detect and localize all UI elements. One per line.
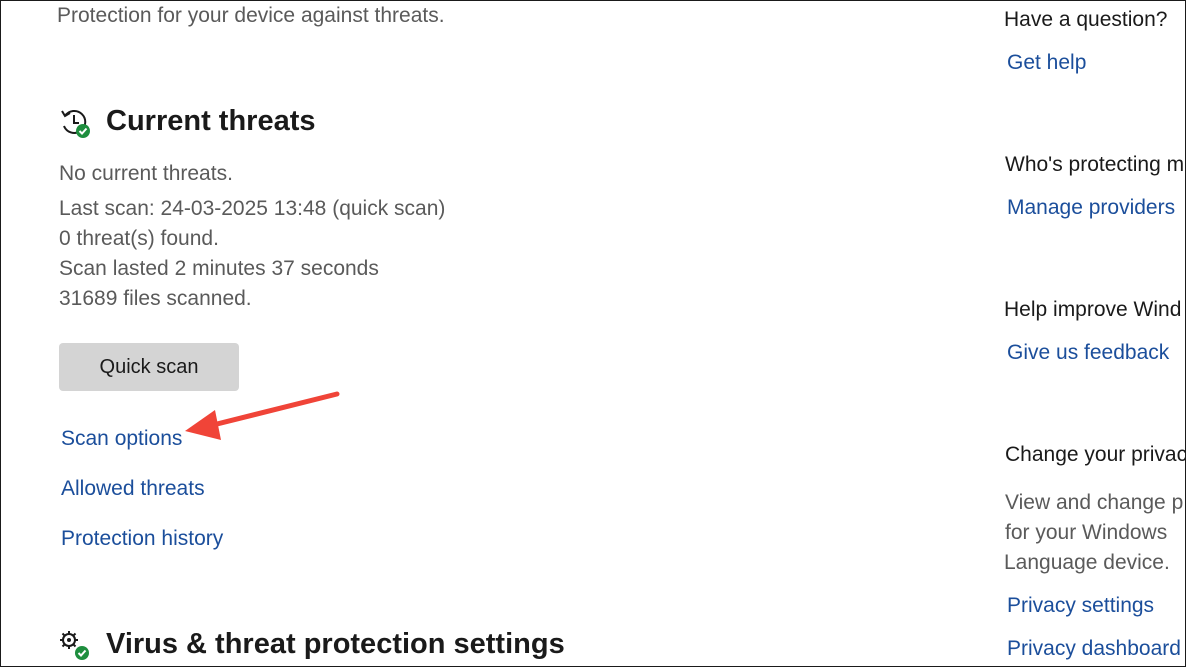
give-feedback-link[interactable]: Give us feedback xyxy=(1007,341,1169,365)
scan-options-link[interactable]: Scan options xyxy=(61,427,182,451)
improve-heading: Help improve Wind xyxy=(1004,298,1182,321)
privacy-desc-line-2: for your Windows xyxy=(1005,521,1168,544)
files-scanned-text: 31689 files scanned. xyxy=(59,287,252,310)
threat-status: No current threats. xyxy=(59,162,233,185)
privacy-settings-link[interactable]: Privacy settings xyxy=(1007,594,1154,618)
annotation-arrow xyxy=(185,391,340,440)
protection-history-link[interactable]: Protection history xyxy=(61,527,223,551)
privacy-desc-line-1: View and change p xyxy=(1005,491,1184,514)
page-subtitle: Protection for your device against threa… xyxy=(57,4,445,27)
manage-providers-link[interactable]: Manage providers xyxy=(1007,196,1175,220)
get-help-link[interactable]: Get help xyxy=(1007,51,1086,75)
settings-section-heading: Virus & threat protection settings xyxy=(106,628,565,660)
scan-duration-text: Scan lasted 2 minutes 37 seconds xyxy=(59,257,379,280)
allowed-threats-link[interactable]: Allowed threats xyxy=(61,477,205,501)
threats-found-text: 0 threat(s) found. xyxy=(59,227,219,250)
privacy-dashboard-link[interactable]: Privacy dashboard xyxy=(1007,637,1181,661)
protecting-heading: Who's protecting m xyxy=(1005,153,1185,176)
defender-window: Protection for your device against threa… xyxy=(0,0,1186,667)
question-heading: Have a question? xyxy=(1004,8,1168,31)
quick-scan-button[interactable]: Quick scan xyxy=(59,343,239,391)
last-scan-text: Last scan: 24-03-2025 13:48 (quick scan) xyxy=(59,197,446,220)
current-threats-heading: Current threats xyxy=(106,105,316,137)
privacy-heading: Change your privac xyxy=(1005,443,1186,466)
history-check-icon xyxy=(61,109,90,138)
privacy-desc-line-3: Language device. xyxy=(1004,551,1170,574)
settings-check-icon xyxy=(60,631,89,660)
